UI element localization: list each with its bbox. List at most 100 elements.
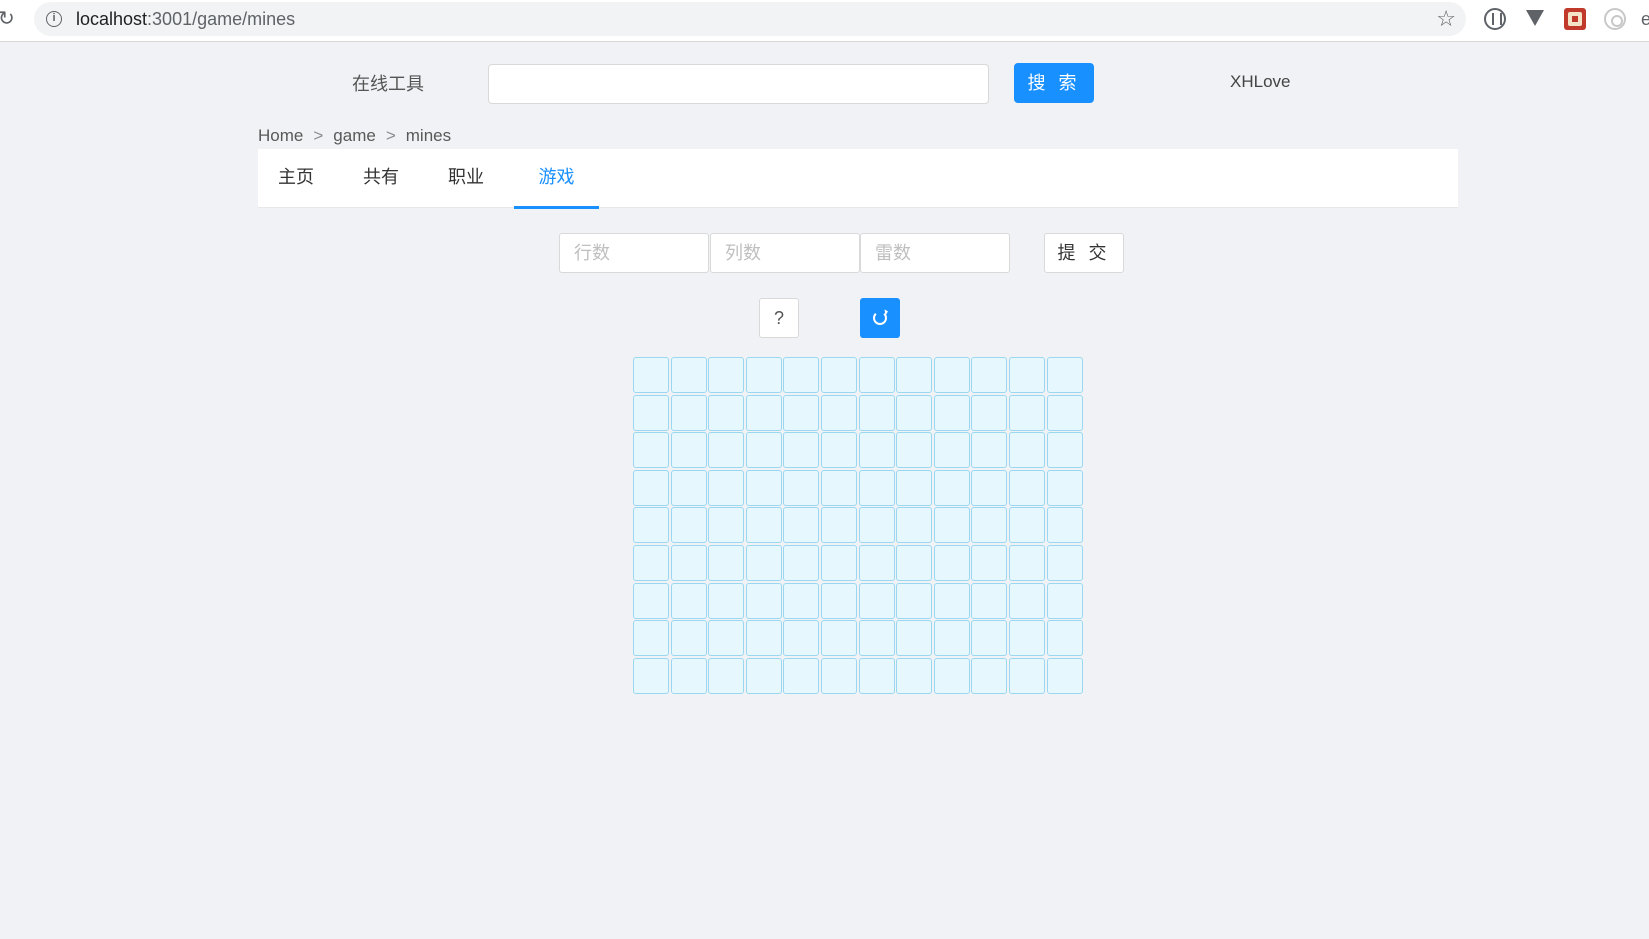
board-cell[interactable] bbox=[896, 394, 933, 431]
board-cell[interactable] bbox=[745, 620, 782, 657]
board-cell[interactable] bbox=[820, 657, 857, 694]
board-cell[interactable] bbox=[670, 620, 707, 657]
reload-icon[interactable]: ↻ bbox=[0, 7, 16, 31]
board-cell[interactable] bbox=[820, 469, 857, 506]
board-cell[interactable] bbox=[633, 657, 669, 694]
breadcrumb-item-game[interactable]: game bbox=[333, 126, 376, 145]
board-cell[interactable] bbox=[820, 620, 857, 657]
extension-icon-1[interactable] bbox=[1484, 8, 1506, 30]
board-cell[interactable] bbox=[1008, 432, 1045, 469]
board-cell[interactable] bbox=[896, 620, 933, 657]
breadcrumb-item-home[interactable]: Home bbox=[258, 126, 303, 145]
board-cell[interactable] bbox=[933, 657, 970, 694]
info-icon[interactable]: i bbox=[46, 11, 62, 27]
board-cell[interactable] bbox=[1008, 469, 1045, 506]
board-cell[interactable] bbox=[858, 582, 895, 619]
board-cell[interactable] bbox=[820, 544, 857, 581]
board-cell[interactable] bbox=[896, 544, 933, 581]
board-cell[interactable] bbox=[633, 582, 669, 619]
board-cell[interactable] bbox=[1046, 357, 1083, 393]
tab-career[interactable]: 职业 bbox=[443, 149, 489, 208]
board-cell[interactable] bbox=[1046, 657, 1083, 694]
board-cell[interactable] bbox=[971, 357, 1008, 393]
vue-devtools-icon[interactable] bbox=[1524, 8, 1546, 30]
board-cell[interactable] bbox=[708, 544, 745, 581]
tab-shared[interactable]: 共有 bbox=[358, 149, 404, 208]
restart-button[interactable] bbox=[860, 298, 900, 338]
board-cell[interactable] bbox=[1046, 544, 1083, 581]
board-cell[interactable] bbox=[708, 507, 745, 544]
board-cell[interactable] bbox=[783, 432, 820, 469]
board-cell[interactable] bbox=[858, 394, 895, 431]
board-cell[interactable] bbox=[633, 507, 669, 544]
board-cell[interactable] bbox=[783, 394, 820, 431]
board-cell[interactable] bbox=[1046, 432, 1083, 469]
search-input[interactable] bbox=[488, 64, 989, 104]
board-cell[interactable] bbox=[708, 469, 745, 506]
board-cell[interactable] bbox=[783, 582, 820, 619]
board-cell[interactable] bbox=[745, 582, 782, 619]
user-name[interactable]: XHLove bbox=[1230, 72, 1290, 92]
board-cell[interactable] bbox=[933, 432, 970, 469]
board-cell[interactable] bbox=[820, 507, 857, 544]
board-cell[interactable] bbox=[858, 544, 895, 581]
board-cell[interactable] bbox=[971, 657, 1008, 694]
bookmark-star-icon[interactable]: ☆ bbox=[1436, 6, 1456, 32]
board-cell[interactable] bbox=[783, 357, 820, 393]
board-cell[interactable] bbox=[820, 357, 857, 393]
mines-input[interactable] bbox=[860, 233, 1010, 273]
board-cell[interactable] bbox=[783, 469, 820, 506]
board-cell[interactable] bbox=[708, 357, 745, 393]
extension-icon-3[interactable] bbox=[1564, 8, 1586, 30]
board-cell[interactable] bbox=[971, 620, 1008, 657]
board-cell[interactable] bbox=[971, 544, 1008, 581]
extension-icon-4[interactable] bbox=[1604, 8, 1626, 30]
board-cell[interactable] bbox=[896, 507, 933, 544]
board-cell[interactable] bbox=[971, 469, 1008, 506]
submit-button[interactable]: 提 交 bbox=[1044, 233, 1124, 273]
board-cell[interactable] bbox=[670, 544, 707, 581]
board-cell[interactable] bbox=[858, 657, 895, 694]
board-cell[interactable] bbox=[708, 582, 745, 619]
board-cell[interactable] bbox=[971, 432, 1008, 469]
board-cell[interactable] bbox=[896, 469, 933, 506]
board-cell[interactable] bbox=[633, 357, 669, 393]
board-cell[interactable] bbox=[933, 544, 970, 581]
board-cell[interactable] bbox=[745, 657, 782, 694]
board-cell[interactable] bbox=[896, 432, 933, 469]
board-cell[interactable] bbox=[896, 582, 933, 619]
board-cell[interactable] bbox=[745, 357, 782, 393]
tab-home[interactable]: 主页 bbox=[273, 149, 319, 208]
cols-input[interactable] bbox=[710, 233, 860, 273]
board-cell[interactable] bbox=[933, 507, 970, 544]
board-cell[interactable] bbox=[670, 394, 707, 431]
board-cell[interactable] bbox=[820, 582, 857, 619]
board-cell[interactable] bbox=[633, 394, 669, 431]
board-cell[interactable] bbox=[1008, 394, 1045, 431]
board-cell[interactable] bbox=[933, 357, 970, 393]
board-cell[interactable] bbox=[1046, 469, 1083, 506]
board-cell[interactable] bbox=[633, 469, 669, 506]
board-cell[interactable] bbox=[783, 544, 820, 581]
board-cell[interactable] bbox=[933, 582, 970, 619]
board-cell[interactable] bbox=[745, 544, 782, 581]
board-cell[interactable] bbox=[745, 394, 782, 431]
board-cell[interactable] bbox=[708, 657, 745, 694]
board-cell[interactable] bbox=[971, 507, 1008, 544]
extension-icon-5[interactable]: e bbox=[1641, 8, 1649, 30]
board-cell[interactable] bbox=[820, 432, 857, 469]
board-cell[interactable] bbox=[745, 469, 782, 506]
board-cell[interactable] bbox=[1008, 507, 1045, 544]
board-cell[interactable] bbox=[971, 394, 1008, 431]
board-cell[interactable] bbox=[633, 432, 669, 469]
board-cell[interactable] bbox=[858, 469, 895, 506]
board-cell[interactable] bbox=[1008, 620, 1045, 657]
board-cell[interactable] bbox=[670, 582, 707, 619]
board-cell[interactable] bbox=[745, 432, 782, 469]
board-cell[interactable] bbox=[820, 394, 857, 431]
search-button[interactable]: 搜 索 bbox=[1014, 63, 1094, 103]
board-cell[interactable] bbox=[670, 507, 707, 544]
board-cell[interactable] bbox=[1046, 620, 1083, 657]
board-cell[interactable] bbox=[1046, 582, 1083, 619]
board-cell[interactable] bbox=[783, 620, 820, 657]
